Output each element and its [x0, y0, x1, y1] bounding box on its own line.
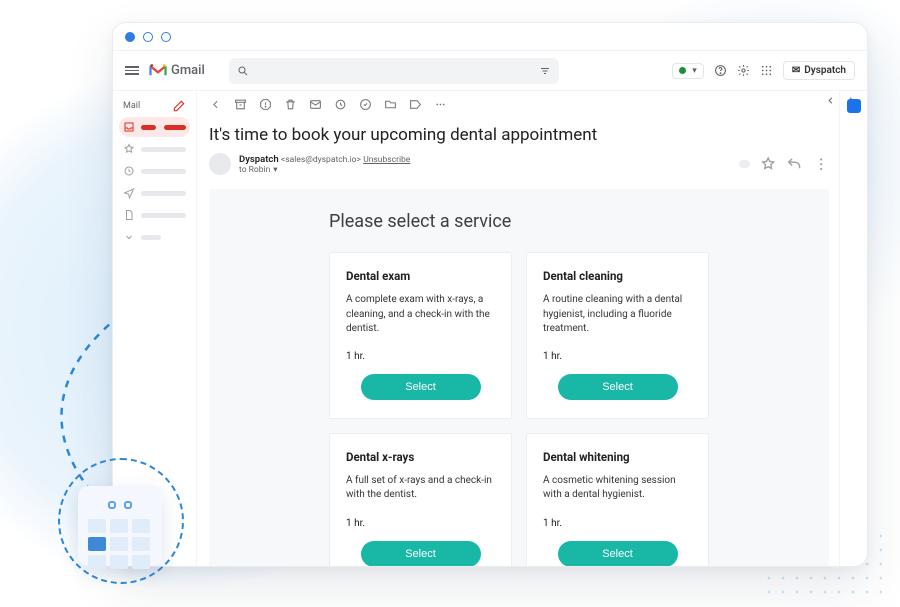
service-name: Dental exam	[346, 269, 495, 283]
service-name: Dental x-rays	[346, 450, 495, 464]
calendar-addon-icon[interactable]	[847, 99, 861, 113]
details-chevron-icon[interactable]: ▾	[273, 165, 277, 175]
calendar-illustration	[78, 486, 162, 566]
report-spam-icon[interactable]	[259, 98, 272, 111]
account-status-chip[interactable]: ▾	[672, 63, 704, 79]
more-icon[interactable]	[434, 98, 447, 111]
service-desc: A full set of x-rays and a check-in with…	[346, 474, 495, 504]
star-icon[interactable]	[760, 156, 776, 172]
sender-email: <sales@dyspatch.io>	[281, 155, 361, 165]
mail-content: It's time to book your upcoming dental a…	[197, 91, 867, 566]
sender-row: Dyspatch <sales@dyspatch.io> Unsubscribe…	[209, 153, 829, 175]
service-duration: 1 hr.	[543, 351, 692, 362]
select-button[interactable]: Select	[558, 541, 678, 567]
window-dot	[161, 32, 171, 42]
unsubscribe-link[interactable]: Unsubscribe	[363, 155, 410, 165]
inbox-icon	[123, 121, 135, 133]
prev-icon[interactable]	[825, 95, 836, 106]
sent-icon	[123, 187, 135, 199]
to-line: to Robin	[239, 165, 270, 175]
search-options-icon[interactable]	[539, 65, 551, 77]
apps-grid-icon[interactable]	[760, 64, 773, 77]
side-panel	[839, 91, 867, 566]
email-subject: It's time to book your upcoming dental a…	[209, 125, 829, 145]
gmail-m-icon	[149, 64, 167, 78]
services-grid: Dental exam A complete exam with x-rays,…	[329, 252, 709, 566]
reply-icon[interactable]	[786, 156, 802, 172]
service-card: Dental cleaning A routine cleaning with …	[526, 252, 709, 419]
move-to-icon[interactable]	[384, 98, 397, 111]
sidebar-item-snoozed[interactable]	[119, 161, 190, 181]
star-icon	[123, 143, 135, 155]
labels-icon[interactable]	[409, 98, 422, 111]
service-card: Dental exam A complete exam with x-rays,…	[329, 252, 512, 419]
settings-gear-icon[interactable]	[737, 64, 750, 77]
select-button[interactable]: Select	[361, 374, 481, 400]
services-title: Please select a service	[329, 211, 709, 232]
workspace-account-label: Dyspatch	[804, 65, 846, 76]
service-desc: A routine cleaning with a dental hygieni…	[543, 293, 692, 337]
service-duration: 1 hr.	[346, 351, 495, 362]
chevron-down-icon	[123, 231, 135, 243]
sidebar-item-inbox[interactable]	[119, 117, 190, 137]
back-icon[interactable]	[209, 98, 222, 111]
envelope-icon: ✉	[792, 65, 800, 76]
main-menu-icon[interactable]	[125, 66, 139, 75]
service-name: Dental whitening	[543, 450, 692, 464]
search-icon	[237, 65, 249, 77]
sidebar-mail-label[interactable]: Mail	[123, 101, 140, 111]
sender-name: Dyspatch	[239, 154, 279, 165]
clock-icon	[123, 165, 135, 177]
service-desc: A cosmetic whitening session with a dent…	[543, 474, 692, 504]
window-dot	[125, 32, 135, 42]
support-icon[interactable]	[714, 64, 727, 77]
delete-icon[interactable]	[284, 98, 297, 111]
service-duration: 1 hr.	[346, 518, 495, 529]
window-titlebar	[113, 23, 867, 51]
service-card: Dental x-rays A full set of x-rays and a…	[329, 433, 512, 567]
workspace-account-button[interactable]: ✉ Dyspatch	[783, 61, 855, 80]
email-date	[739, 160, 750, 168]
status-dot-icon	[679, 67, 686, 74]
service-desc: A complete exam with x-rays, a cleaning,…	[346, 293, 495, 337]
search-input[interactable]	[229, 58, 559, 84]
select-button[interactable]: Select	[558, 374, 678, 400]
sidebar-item-sent[interactable]	[119, 183, 190, 203]
service-name: Dental cleaning	[543, 269, 692, 283]
gmail-logo-text: Gmail	[171, 63, 205, 78]
add-to-tasks-icon[interactable]	[359, 98, 372, 111]
chevron-down-icon: ▾	[692, 66, 697, 76]
mark-unread-icon[interactable]	[309, 98, 322, 111]
email-body: Please select a service Dental exam A co…	[209, 189, 829, 566]
browser-window: Gmail ▾ ✉ Dyspatch Mail	[112, 22, 868, 567]
file-icon	[123, 209, 135, 221]
sidebar-item-drafts[interactable]	[119, 205, 190, 225]
service-card: Dental whitening A cosmetic whitening se…	[526, 433, 709, 567]
sender-avatar[interactable]	[209, 153, 231, 175]
mail-toolbar	[197, 91, 867, 117]
sidebar-item-starred[interactable]	[119, 139, 190, 159]
window-dot	[143, 32, 153, 42]
sidebar-item-more[interactable]	[119, 227, 190, 247]
service-duration: 1 hr.	[543, 518, 692, 529]
gmail-header: Gmail ▾ ✉ Dyspatch	[113, 51, 867, 91]
compose-button[interactable]	[172, 99, 186, 113]
gmail-logo[interactable]: Gmail	[149, 63, 205, 78]
select-button[interactable]: Select	[361, 541, 481, 567]
more-vert-icon[interactable]	[813, 156, 829, 172]
snooze-icon[interactable]	[334, 98, 347, 111]
archive-icon[interactable]	[234, 98, 247, 111]
